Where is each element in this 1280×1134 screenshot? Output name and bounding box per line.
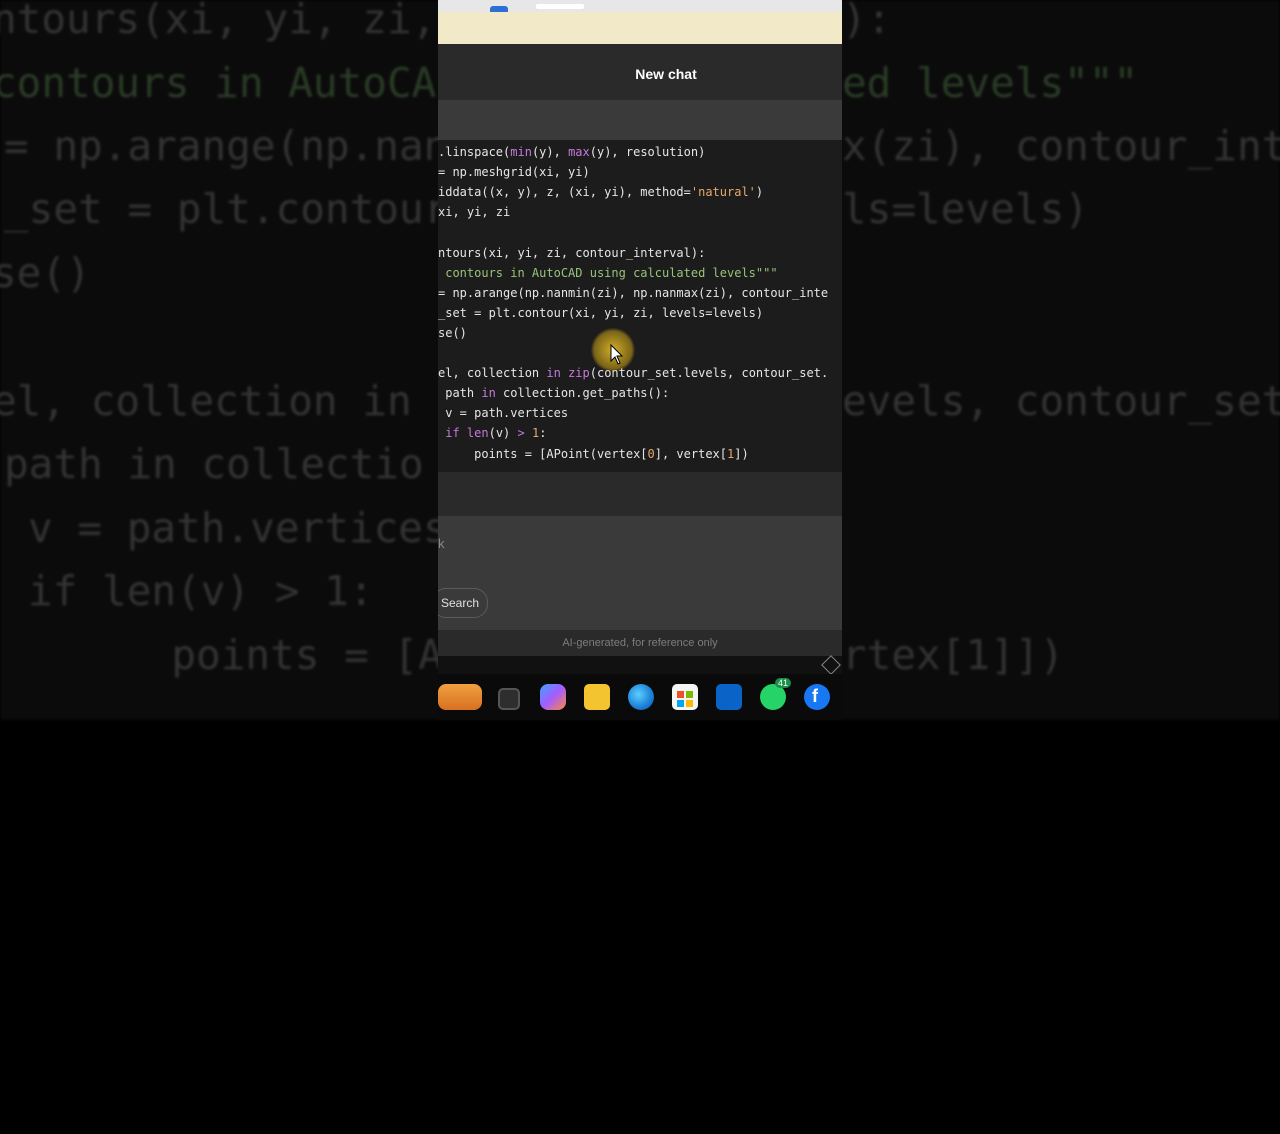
copilot-icon[interactable] (540, 684, 566, 710)
code-line: = np.meshgrid(xi, yi) (438, 165, 590, 180)
taskbar: 41 f (438, 674, 842, 720)
status-bar (438, 0, 842, 12)
bg-line: v = path.vertices (28, 504, 448, 552)
chat-title: New chat (635, 66, 697, 82)
ai-disclaimer: AI-generated, for reference only (438, 630, 842, 656)
whatsapp-icon[interactable]: 41 (760, 678, 792, 710)
mouse-pointer-icon (610, 344, 624, 365)
notification-badge: 41 (775, 678, 792, 688)
bg-line: se() (0, 249, 91, 297)
bg-line: ): (842, 0, 892, 43)
bg-line: path in collectio (4, 440, 424, 488)
code-line: iddata((x, y), z, (xi, yi), method='natu… (438, 185, 764, 200)
bg-line: if len(v) > 1: (28, 567, 374, 615)
bg-line: _set = plt.contour (4, 185, 449, 233)
code-line: if len(v) > 1: (445, 426, 547, 441)
search-button[interactable]: Search (438, 588, 489, 618)
code-line: ntours(xi, yi, zi, contour_interval): (438, 245, 706, 260)
bg-line: ed levels""" (842, 59, 1139, 107)
code-line: = np.arange(np.nanmin(zi), np.nanmax(zi)… (438, 285, 829, 300)
chat-app-window: New chat .linspace(min(y), max(y), resol… (438, 0, 842, 720)
code-block: .linspace(min(y), max(y), resolution) = n… (438, 140, 842, 472)
code-line: points = [APoint(vertex[0], vertex[1]) (438, 446, 749, 461)
message-footer (438, 472, 842, 516)
code-line: _set = plt.contour(xi, yi, zi, levels=le… (438, 305, 764, 320)
bg-line: x(zi), contour_inte (842, 122, 1280, 170)
bg-line: evels, contour_set. (842, 377, 1280, 425)
microsoft-store-icon[interactable] (672, 684, 698, 710)
bg-line: ls=levels) (842, 185, 1089, 233)
chat-header: New chat (438, 44, 842, 100)
bg-line: contours in AutoCA (0, 59, 437, 107)
system-nav-bar (438, 655, 842, 675)
edge-icon[interactable] (628, 684, 654, 710)
task-view-icon[interactable] (498, 688, 520, 710)
code-line: contours in AutoCAD using calculated lev… (438, 265, 778, 280)
code-line: se() (438, 325, 467, 340)
code-line: v = path.vertices (438, 406, 569, 421)
code-line: path in collection.get_paths(): (438, 386, 670, 401)
notification-banner (438, 12, 842, 44)
bg-line: = np.arange(np.nan (4, 122, 449, 170)
bg-line: el, collection in z (0, 377, 461, 425)
weather-icon[interactable] (438, 684, 482, 710)
input-text[interactable]: k (438, 536, 445, 551)
code-line: el, collection in zip(contour_set.levels… (438, 366, 829, 381)
drag-handle[interactable] (536, 4, 584, 9)
message-input-area[interactable]: k Search (438, 516, 842, 630)
file-explorer-icon[interactable] (584, 684, 610, 710)
facebook-icon[interactable]: f (804, 684, 830, 710)
code-line: .linspace(min(y), max(y), resolution) (438, 145, 706, 159)
bg-line: points = [APo (122, 631, 493, 679)
bg-line: ntours(xi, yi, zi, (0, 0, 437, 43)
bg-line: rtex[1]]) (842, 631, 1065, 679)
outlook-icon[interactable] (716, 684, 742, 710)
code-line: xi, yi, zi (438, 205, 511, 220)
code-block-header (438, 100, 842, 140)
nav-icon[interactable] (821, 655, 841, 675)
